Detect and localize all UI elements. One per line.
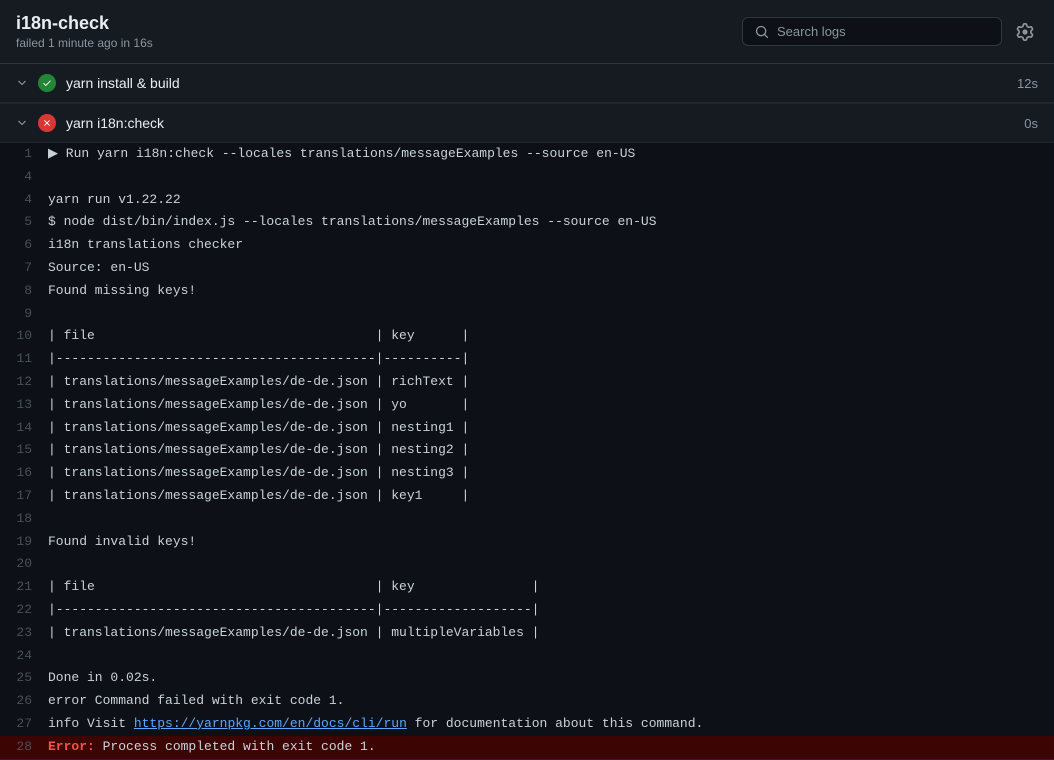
line-number: 6 xyxy=(0,235,48,256)
log-line: 16 | translations/messageExamples/de-de.… xyxy=(0,462,1054,485)
line-content: | translations/messageExamples/de-de.jso… xyxy=(48,395,1054,416)
line-number: 25 xyxy=(0,668,48,689)
gear-icon xyxy=(1016,23,1034,41)
search-box[interactable] xyxy=(742,17,1002,46)
log-line: 8 Found missing keys! xyxy=(0,280,1054,303)
line-number: 16 xyxy=(0,463,48,484)
header-actions xyxy=(742,17,1038,46)
job-header-1[interactable]: yarn install & build 12s xyxy=(0,64,1054,103)
line-number: 23 xyxy=(0,623,48,644)
line-content: Done in 0.02s. xyxy=(48,668,1054,689)
line-content: |---------------------------------------… xyxy=(48,600,1054,621)
log-line: 4 yarn run v1.22.22 xyxy=(0,189,1054,212)
line-number: 4 xyxy=(0,190,48,211)
line-number: 15 xyxy=(0,440,48,461)
log-line: 19 Found invalid keys! xyxy=(0,531,1054,554)
line-number: 14 xyxy=(0,418,48,439)
search-icon xyxy=(755,25,769,39)
log-line: 27 info Visit https://yarnpkg.com/en/doc… xyxy=(0,713,1054,736)
line-number: 8 xyxy=(0,281,48,302)
line-number: 9 xyxy=(0,304,48,325)
line-number: 11 xyxy=(0,349,48,370)
page-header: i18n-check failed 1 minute ago in 16s xyxy=(0,0,1054,64)
chevron-down-icon-2 xyxy=(16,117,28,129)
log-line: 26 error Command failed with exit code 1… xyxy=(0,690,1054,713)
line-number: 7 xyxy=(0,258,48,279)
log-line: 12 | translations/messageExamples/de-de.… xyxy=(0,371,1054,394)
job-header-2[interactable]: yarn i18n:check 0s xyxy=(0,104,1054,143)
line-number: 21 xyxy=(0,577,48,598)
log-line: 9 xyxy=(0,303,1054,326)
settings-button[interactable] xyxy=(1012,19,1038,45)
log-line: 21 | file | key | xyxy=(0,576,1054,599)
line-number: 4 xyxy=(0,167,48,188)
line-content: info Visit https://yarnpkg.com/en/docs/c… xyxy=(48,714,1054,735)
line-content: Source: en-US xyxy=(48,258,1054,279)
log-line: 15 | translations/messageExamples/de-de.… xyxy=(0,439,1054,462)
line-content: $ node dist/bin/index.js --locales trans… xyxy=(48,212,1054,233)
log-line: 5 $ node dist/bin/index.js --locales tra… xyxy=(0,211,1054,234)
log-line: 23 | translations/messageExamples/de-de.… xyxy=(0,622,1054,645)
status-icon-failure xyxy=(38,114,56,132)
log-line: 14 | translations/messageExamples/de-de.… xyxy=(0,417,1054,440)
line-content: | translations/messageExamples/de-de.jso… xyxy=(48,372,1054,393)
log-line: 17 | translations/messageExamples/de-de.… xyxy=(0,485,1054,508)
header-title-area: i18n-check failed 1 minute ago in 16s xyxy=(16,13,153,50)
line-number: 26 xyxy=(0,691,48,712)
log-line: 7 Source: en-US xyxy=(0,257,1054,280)
line-content: | translations/messageExamples/de-de.jso… xyxy=(48,440,1054,461)
log-content: 1 ▶ Run yarn i18n:check --locales transl… xyxy=(0,143,1054,759)
page-subtitle: failed 1 minute ago in 16s xyxy=(16,36,153,50)
line-number: 27 xyxy=(0,714,48,735)
line-number: 12 xyxy=(0,372,48,393)
line-content: | translations/messageExamples/de-de.jso… xyxy=(48,486,1054,507)
line-content: | translations/messageExamples/de-de.jso… xyxy=(48,463,1054,484)
line-number: 24 xyxy=(0,646,48,667)
log-line: 10 | file | key | xyxy=(0,325,1054,348)
line-number: 17 xyxy=(0,486,48,507)
chevron-down-icon xyxy=(16,77,28,89)
line-content: | file | key | xyxy=(48,577,1054,598)
log-line: 22 |------------------------------------… xyxy=(0,599,1054,622)
line-number: 1 xyxy=(0,144,48,165)
job-section-2: yarn i18n:check 0s 1 ▶ Run yarn i18n:che… xyxy=(0,104,1054,760)
line-content: | file | key | xyxy=(48,326,1054,347)
log-line: 1 ▶ Run yarn i18n:check --locales transl… xyxy=(0,143,1054,166)
line-number: 5 xyxy=(0,212,48,233)
line-content: error Command failed with exit code 1. xyxy=(48,691,1054,712)
job-duration-1: 12s xyxy=(1017,76,1038,91)
job-section-1: yarn install & build 12s xyxy=(0,64,1054,104)
line-content: Found missing keys! xyxy=(48,281,1054,302)
line-number: 10 xyxy=(0,326,48,347)
log-line: 4 xyxy=(0,166,1054,189)
line-content: | translations/messageExamples/de-de.jso… xyxy=(48,418,1054,439)
line-content: Found invalid keys! xyxy=(48,532,1054,553)
line-content: i18n translations checker xyxy=(48,235,1054,256)
log-line: 25 Done in 0.02s. xyxy=(0,667,1054,690)
line-content: ▶ Run yarn i18n:check --locales translat… xyxy=(48,144,1054,165)
line-content: | translations/messageExamples/de-de.jso… xyxy=(48,623,1054,644)
log-line: 24 xyxy=(0,645,1054,668)
line-number: 18 xyxy=(0,509,48,530)
status-icon-success xyxy=(38,74,56,92)
log-line-error: 28 Error: Process completed with exit co… xyxy=(0,736,1054,759)
line-number: 22 xyxy=(0,600,48,621)
job-name-2: yarn i18n:check xyxy=(66,115,1014,131)
log-line: 6 i18n translations checker xyxy=(0,234,1054,257)
search-input[interactable] xyxy=(777,24,989,39)
log-line: 11 |------------------------------------… xyxy=(0,348,1054,371)
line-content: yarn run v1.22.22 xyxy=(48,190,1054,211)
error-label: Error: xyxy=(48,739,95,754)
line-content: |---------------------------------------… xyxy=(48,349,1054,370)
job-name-1: yarn install & build xyxy=(66,75,1007,91)
line-number: 19 xyxy=(0,532,48,553)
line-number: 13 xyxy=(0,395,48,416)
docs-link[interactable]: https://yarnpkg.com/en/docs/cli/run xyxy=(134,716,407,731)
job-duration-2: 0s xyxy=(1024,116,1038,131)
line-number: 20 xyxy=(0,554,48,575)
log-line: 20 xyxy=(0,553,1054,576)
log-line: 13 | translations/messageExamples/de-de.… xyxy=(0,394,1054,417)
log-line: 18 xyxy=(0,508,1054,531)
page-title: i18n-check xyxy=(16,13,153,34)
